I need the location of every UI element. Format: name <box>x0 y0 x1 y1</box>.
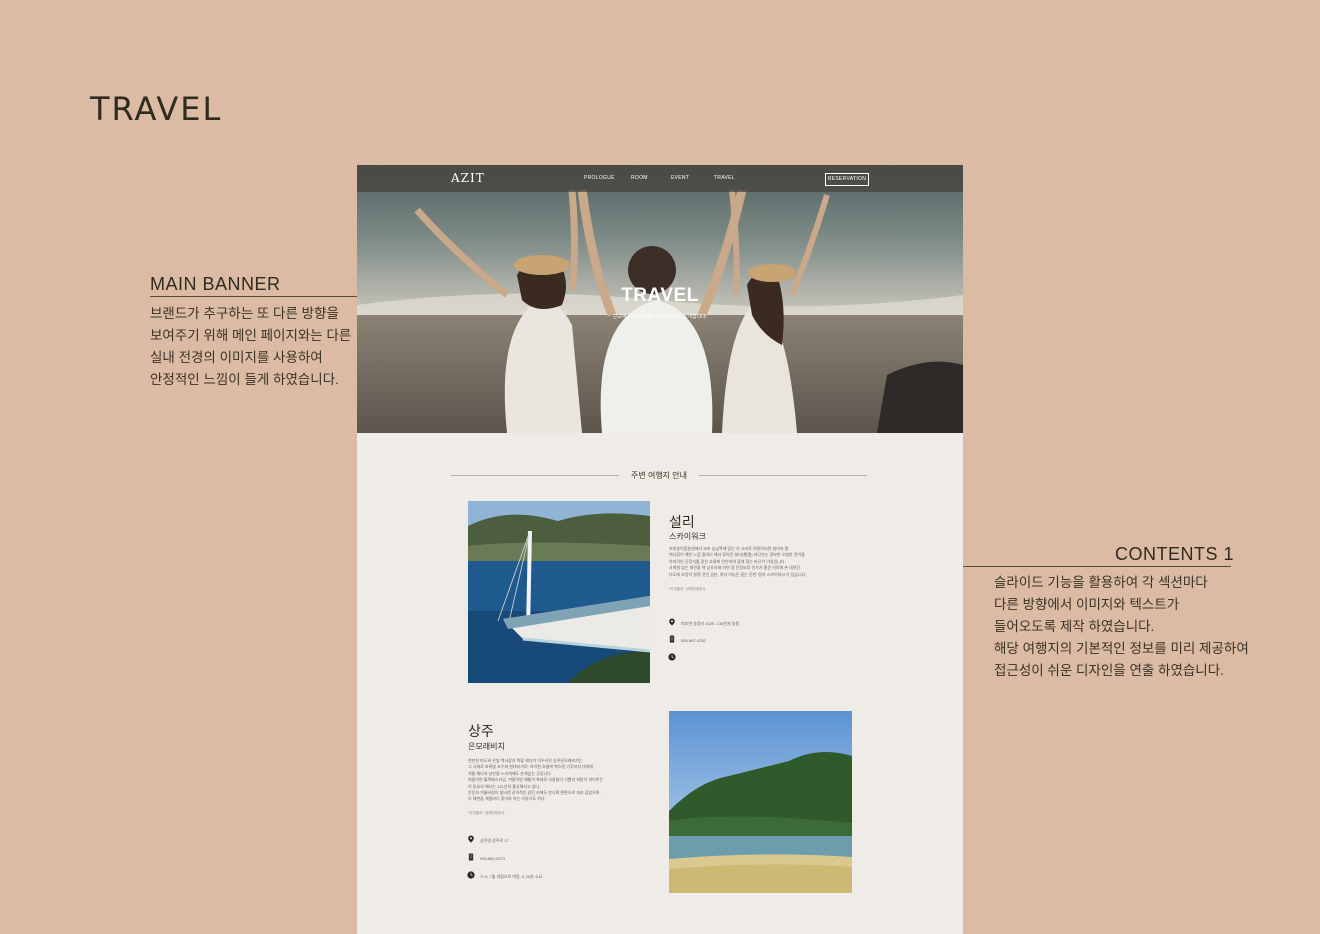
clock-icon <box>668 653 676 661</box>
contents-line: 다른 방향에서 이미지와 텍스트가 <box>994 597 1180 612</box>
address-text: 상주면 상주로 17 <box>480 838 509 843</box>
sangju-beach-photo <box>669 711 852 893</box>
description-line: 다도에 조망이 절정 것인 공만, 여자 이능은 같는 듯한 '명자 스카이워크… <box>669 571 807 577</box>
main-banner-leader-line <box>150 296 357 297</box>
contents-line: 접근성이 쉬운 디자인을 연출 하였습니다. <box>994 663 1224 678</box>
nav-item-travel[interactable]: TRAVEL <box>714 175 735 181</box>
main-banner-annotation: MAIN BANNER <box>150 274 281 297</box>
photo-credit: *사진출처 : 남해관광공사 <box>468 811 505 815</box>
clock-icon <box>467 871 475 879</box>
address-text: 미조면 송정리 1029 -136번지 일원 <box>681 621 740 626</box>
hours-text: ※ 6, 7월 개장으로 여동 시 20분 소요 <box>480 874 543 879</box>
main-banner-line: 안정적인 느낌이 들게 하였습니다. <box>150 372 339 387</box>
location-pin-icon <box>669 618 675 626</box>
main-banner-line: 실내 전경의 이미지를 사용하여 <box>150 350 323 365</box>
nav-item-room[interactable]: ROOM <box>631 175 648 181</box>
main-banner-description: 브랜드가 추구하는 또 다른 방향을 보여주기 위해 메인 페이지와는 다른 실… <box>150 303 351 391</box>
website-mockup: AZIT PROLOGUE ROOM EVENT TRAVEL RESERVAT… <box>357 165 963 934</box>
contents-heading: CONTENTS 1 <box>1115 544 1235 564</box>
reservation-button[interactable]: RESERVATION <box>825 173 869 186</box>
destination-subtitle: 은모래비치 <box>468 742 505 751</box>
destination-description: 천만한 파도와 은빛 백사장과 짝할 해다가 이우러진 상주은모래비치는 그 곡… <box>468 758 638 803</box>
hero-title: TRAVEL <box>621 285 699 306</box>
contents-leader-line <box>963 566 1231 567</box>
contents-line: 슬라이드 기능을 활용하여 각 섹션마다 <box>994 575 1208 590</box>
main-banner-line: 브랜드가 추구하는 또 다른 방향을 <box>150 306 339 321</box>
contents-annotation: CONTENTS 1 <box>1115 544 1234 567</box>
phone-text: 055-860-3073 <box>480 856 505 861</box>
location-pin-icon <box>468 835 474 843</box>
seolli-skywalk-photo <box>468 501 650 683</box>
nav-item-prologue[interactable]: PROLOGUE <box>584 175 615 181</box>
phone-text: 055-867-4252 <box>681 638 706 643</box>
destination-name: 상주 <box>468 723 494 739</box>
section-title: 주변 여행지 안내 <box>631 471 687 480</box>
section-heading: 주변 여행지 안내 <box>451 470 867 482</box>
contents-line: 들어오도록 제작 하였습니다. <box>994 619 1155 634</box>
hero-subtitle: 근교에 위치한 아름다운 여행지를 소개합니다. <box>612 314 708 320</box>
destination-subtitle: 스카이워크 <box>669 532 706 541</box>
page-title: TRAVEL <box>90 90 223 128</box>
main-banner-line: 보여주기 위해 메인 페이지와는 다른 <box>150 328 352 343</box>
site-navbar: AZIT PROLOGUE ROOM EVENT TRAVEL RESERVAT… <box>357 165 963 192</box>
contents-description: 슬라이드 기능을 활용하여 각 섹션마다 다른 방향에서 이미지와 텍스트가 들… <box>994 572 1249 682</box>
destination-description: 초청송이탐험센에서 보초 높낮쪽에 있는 의 크바로 여관아되면 설이마 말. … <box>669 546 839 578</box>
photo-credit: *사진출처 : 남해관광공사 <box>669 587 706 591</box>
phone-icon <box>669 635 675 643</box>
site-logo[interactable]: AZIT <box>451 171 485 185</box>
destination-name: 설리 <box>669 514 695 530</box>
nav-item-event[interactable]: EVENT <box>671 175 689 181</box>
contents-line: 해당 여행지의 기본적인 정보를 미리 제공하여 <box>994 641 1249 656</box>
phone-icon <box>468 853 474 861</box>
description-line: 이 해변을 계절마다 찾아와 하는 이유가도 하다. <box>468 796 546 802</box>
main-banner-heading: MAIN BANNER <box>150 274 281 294</box>
hero-banner: AZIT PROLOGUE ROOM EVENT TRAVEL RESERVAT… <box>357 165 963 433</box>
